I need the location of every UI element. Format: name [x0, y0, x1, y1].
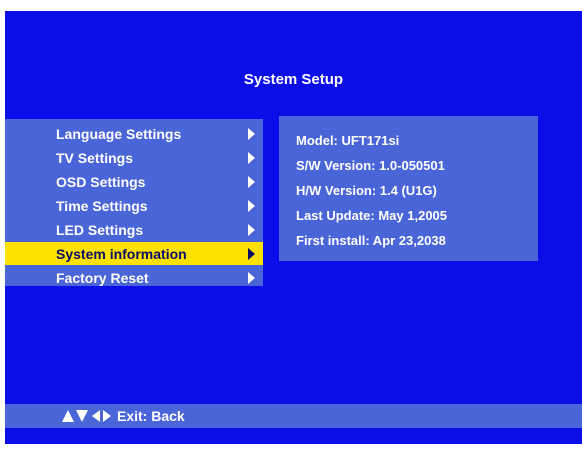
- hw-version-text: H/W Version: 1.4 (U1G): [296, 183, 437, 198]
- chevron-right-icon: [248, 224, 255, 236]
- menu-item-label: TV Settings: [56, 150, 134, 166]
- menu-item-time-settings[interactable]: Time Settings: [5, 194, 263, 217]
- menu-item-osd-settings[interactable]: OSD Settings: [5, 170, 263, 193]
- page-title: System Setup: [243, 71, 344, 88]
- menu-item-factory-reset[interactable]: Factory Reset: [5, 266, 263, 289]
- chevron-right-icon: [248, 248, 255, 260]
- footer-bar: Exit: Back: [5, 404, 582, 428]
- menu-item-label: System information: [56, 246, 187, 262]
- chevron-right-icon: [248, 200, 255, 212]
- menu-item-label: Language Settings: [56, 126, 182, 142]
- last-update-text: Last Update: May 1,2005: [296, 208, 448, 223]
- up-arrow-icon: [62, 410, 74, 422]
- right-arrow-icon: [103, 410, 111, 422]
- settings-menu: Language Settings TV Settings OSD Settin…: [5, 119, 263, 286]
- left-arrow-icon: [92, 410, 100, 422]
- system-info-panel: Model: UFT171si S/W Version: 1.0-050501 …: [279, 116, 538, 261]
- chevron-right-icon: [248, 272, 255, 284]
- menu-item-label: Factory Reset: [56, 270, 149, 286]
- sw-version-text: S/W Version: 1.0-050501: [296, 158, 445, 173]
- menu-item-tv-settings[interactable]: TV Settings: [5, 146, 263, 169]
- menu-item-language-settings[interactable]: Language Settings: [5, 122, 263, 145]
- down-arrow-icon: [76, 410, 88, 422]
- exit-back-hint: Exit: Back: [117, 408, 185, 424]
- chevron-right-icon: [248, 152, 255, 164]
- tv-screen: System Setup Language Settings TV Settin…: [5, 11, 582, 444]
- menu-item-led-settings[interactable]: LED Settings: [5, 218, 263, 241]
- menu-item-label: Time Settings: [56, 198, 148, 214]
- menu-item-label: LED Settings: [56, 222, 144, 238]
- menu-item-label: OSD Settings: [56, 174, 146, 190]
- chevron-right-icon: [248, 176, 255, 188]
- menu-item-system-information[interactable]: System information: [5, 242, 263, 265]
- first-install-text: First install: Apr 23,2038: [296, 233, 446, 248]
- chevron-right-icon: [248, 128, 255, 140]
- model-text: Model: UFT171si: [296, 133, 400, 148]
